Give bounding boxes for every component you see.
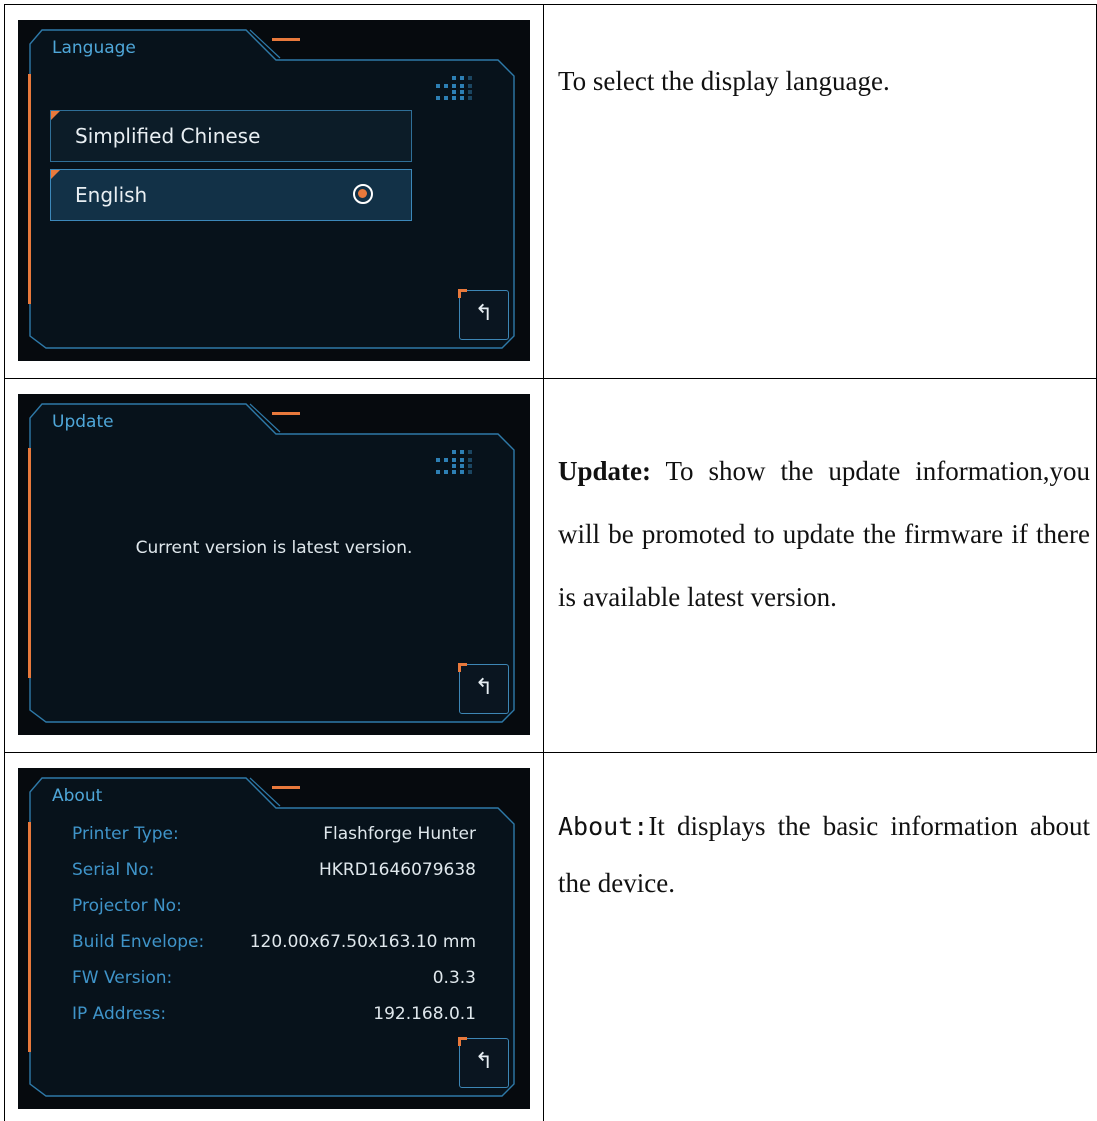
- about-key: FW Version:: [72, 968, 173, 988]
- description-label: About:: [558, 812, 649, 841]
- update-description: Update: To show the update information,y…: [558, 440, 1090, 629]
- description-label: Update:: [558, 456, 651, 486]
- side-accent-bar: [28, 448, 31, 678]
- language-description: To select the display language.: [558, 50, 1090, 113]
- about-key: Printer Type:: [72, 824, 179, 844]
- language-screen: Language Simplified Chinese English ↰: [18, 20, 530, 361]
- corner-accent: [51, 170, 60, 179]
- language-option-simplified-chinese[interactable]: Simplified Chinese: [50, 110, 412, 162]
- screen-title: About: [52, 786, 103, 806]
- about-key: Serial No:: [72, 860, 155, 880]
- update-screen: Update Current version is latest version…: [18, 394, 530, 735]
- table-divider-1: [4, 378, 1097, 379]
- back-button[interactable]: ↰: [458, 1037, 509, 1088]
- corner-accent: [51, 111, 60, 120]
- table-border-left: [4, 4, 5, 1121]
- table-border-top: [4, 4, 1097, 5]
- table-divider-2: [4, 752, 1097, 753]
- radio-selected-icon: [353, 184, 373, 204]
- about-value: 120.00x67.50x163.10 mm: [249, 932, 476, 952]
- update-status-message: Current version is latest version.: [135, 538, 413, 558]
- about-row-ip-address: IP Address: 192.168.0.1: [72, 1004, 476, 1040]
- dot-grid-icon: [436, 76, 472, 100]
- about-row-projector-no: Projector No:: [72, 896, 476, 932]
- about-value: HKRD1646079638: [319, 860, 476, 880]
- screen-title: Language: [52, 38, 136, 58]
- back-button[interactable]: ↰: [458, 289, 509, 340]
- screen-title: Update: [52, 412, 114, 432]
- side-accent-bar: [28, 74, 31, 304]
- about-row-build-envelope: Build Envelope: 120.00x67.50x163.10 mm: [72, 932, 476, 968]
- about-value: 0.3.3: [432, 968, 476, 988]
- about-value: Flashforge Hunter: [323, 824, 476, 844]
- language-option-label: Simplified Chinese: [75, 124, 261, 148]
- about-description: About:It displays the basic information …: [558, 798, 1090, 911]
- back-arrow-icon: ↰: [474, 301, 494, 326]
- screen-frame: [29, 403, 515, 723]
- back-button[interactable]: ↰: [458, 663, 509, 714]
- language-option-label: English: [75, 183, 148, 207]
- about-value: 192.168.0.1: [373, 1004, 476, 1024]
- about-row-serial-no: Serial No: HKRD1646079638: [72, 860, 476, 896]
- about-key: Projector No:: [72, 896, 182, 916]
- side-accent-bar: [28, 822, 31, 1052]
- about-key: IP Address:: [72, 1004, 167, 1024]
- dot-grid-icon: [436, 450, 472, 474]
- about-screen: About Printer Type: Flashforge Hunter Se…: [18, 768, 530, 1109]
- about-key: Build Envelope:: [72, 932, 205, 952]
- back-arrow-icon: ↰: [474, 675, 494, 700]
- about-row-printer-type: Printer Type: Flashforge Hunter: [72, 824, 476, 860]
- back-arrow-icon: ↰: [474, 1049, 494, 1074]
- about-row-fw-version: FW Version: 0.3.3: [72, 968, 476, 1004]
- document-table: Language Simplified Chinese English ↰ To…: [4, 4, 1097, 1121]
- language-option-english[interactable]: English: [50, 169, 412, 221]
- description-text: To select the display language.: [558, 66, 890, 96]
- table-column-divider: [543, 4, 544, 1121]
